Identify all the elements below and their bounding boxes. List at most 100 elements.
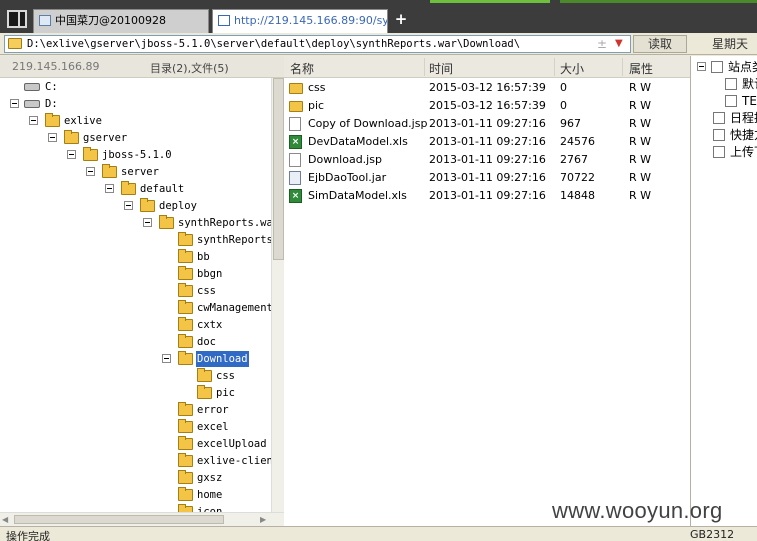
tree-horizontal-scrollbar[interactable]: ◀ ▶ (0, 512, 284, 526)
status-bar: 操作完成 GB2312 (0, 526, 757, 541)
path-text[interactable]: D:\exlive\gserver\jboss-5.1.0\server\def… (27, 37, 520, 52)
tree-item[interactable]: css (0, 368, 271, 384)
tree-item[interactable]: server (0, 164, 271, 180)
tree-item[interactable]: error (0, 402, 271, 418)
file-attributes: R W (629, 171, 652, 184)
tree-item-label: css (197, 285, 216, 297)
tab-chopper[interactable]: 中国菜刀@20100928 (33, 9, 209, 33)
tree-item[interactable]: default (0, 181, 271, 197)
tree-item[interactable]: deploy (0, 198, 271, 214)
tree-item[interactable]: exlive (0, 113, 271, 129)
collapse-icon[interactable] (29, 116, 38, 125)
window-icon[interactable] (7, 10, 27, 28)
column-divider[interactable] (554, 58, 555, 76)
tree-vertical-scrollbar[interactable] (271, 78, 284, 512)
file-attributes: R W (629, 81, 652, 94)
collapse-icon[interactable] (143, 218, 152, 227)
file-row[interactable]: Download.jsp 2013-01-11 09:27:16 2767 R W (284, 151, 690, 169)
tree-item[interactable]: synthReports (0, 232, 271, 248)
file-name: DevDataModel.xls (308, 135, 408, 148)
path-input[interactable]: D:\exlive\gserver\jboss-5.1.0\server\def… (4, 35, 631, 53)
tree-item[interactable]: css (0, 283, 271, 299)
scroll-right-icon[interactable]: ▶ (260, 515, 266, 524)
column-name[interactable]: 名称 (290, 60, 314, 77)
tree-item[interactable]: pic (0, 385, 271, 401)
file-row[interactable]: × SimDataModel.xls 2013-01-11 09:27:16 1484… (284, 187, 690, 205)
tree-item-label: exlive (64, 115, 102, 127)
tab-bar-accent (430, 0, 550, 3)
folder-icon (178, 300, 193, 314)
folder-icon (178, 266, 193, 280)
tree-item-label: gxsz (197, 472, 223, 484)
tree-item[interactable]: cxtx (0, 317, 271, 333)
tree-item[interactable]: gserver (0, 130, 271, 146)
drive-icon (24, 83, 40, 91)
tree-item-label: D: (45, 98, 58, 110)
file-time: 2013-01-11 09:27:16 (429, 153, 546, 166)
scrollbar-thumb[interactable] (14, 515, 224, 524)
tree-item[interactable]: jboss-5.1.0 (0, 147, 271, 163)
column-size[interactable]: 大小 (560, 60, 584, 77)
file-list[interactable]: css 2015-03-12 16:57:39 0 R W pic 2015-03-12 … (284, 78, 690, 526)
file-row[interactable]: × DevDataModel.xls 2013-01-11 09:27:16 2457… (284, 133, 690, 151)
address-bar: D:\exlive\gserver\jboss-5.1.0\server\def… (0, 33, 757, 55)
tree-item-label: exlive-client (197, 455, 271, 467)
read-button[interactable]: 读取 (633, 35, 687, 53)
tree-item[interactable]: excel (0, 419, 271, 435)
scrollbar-thumb[interactable] (273, 78, 284, 260)
file-attributes: R W (629, 153, 652, 166)
collapse-icon[interactable] (86, 167, 95, 176)
tree-item[interactable]: synthReports.war (0, 215, 271, 231)
collapse-icon[interactable] (124, 201, 133, 210)
tree-item[interactable]: doc (0, 334, 271, 350)
file-attributes: R W (629, 135, 652, 148)
scroll-left-icon[interactable]: ◀ (2, 515, 8, 524)
tree-item[interactable]: exlive-client (0, 453, 271, 469)
chevron-down-icon[interactable]: ▼ (615, 37, 623, 51)
tree-item[interactable]: D: (0, 96, 271, 112)
collapse-icon[interactable] (67, 150, 76, 159)
tab-remote-shell[interactable]: http://219.145.166.89:90/syn... (212, 9, 388, 33)
tree-item-label: bb (197, 251, 210, 263)
collapse-icon[interactable] (697, 62, 706, 71)
tree-item[interactable]: C: (0, 79, 271, 95)
collapse-icon[interactable] (162, 354, 171, 363)
column-attributes[interactable]: 属性 (629, 60, 653, 77)
file-row[interactable]: EjbDaoTool.jar 2013-01-11 09:27:16 70722 R … (284, 169, 690, 187)
collapse-icon[interactable] (48, 133, 57, 142)
item-icon (713, 112, 725, 124)
collapse-icon[interactable] (10, 99, 19, 108)
tree-item-label: jboss-5.1.0 (102, 149, 172, 161)
side-panel: 站点类别默认类别 TEST 日程提醒快捷方式上传下载 (690, 56, 757, 526)
tree-item-label: home (197, 489, 223, 501)
file-name: EjbDaoTool.jar (308, 171, 387, 184)
file-name: SimDataModel.xls (308, 189, 407, 202)
tree-item[interactable]: icon (0, 504, 271, 512)
file-size: 24576 (560, 135, 595, 148)
excel-file-icon: × (289, 189, 302, 203)
tree-item[interactable]: bbgn (0, 266, 271, 282)
file-list-header: 名称 时间 大小 属性 (284, 56, 690, 78)
tab-label: http://219.145.166.89:90/syn... (234, 14, 388, 27)
tree-item[interactable]: excelUpload (0, 436, 271, 452)
tree-item[interactable]: Download (0, 351, 271, 367)
tree-item[interactable]: bb (0, 249, 271, 265)
page-icon (218, 15, 230, 26)
file-row[interactable]: css 2015-03-12 16:57:39 0 R W (284, 79, 690, 97)
column-divider[interactable] (424, 58, 425, 76)
encoding-label[interactable]: GB2312 (690, 528, 734, 541)
file-row[interactable]: Copy of Download.jsp 2013-01-11 09:27:16 9… (284, 115, 690, 133)
tree-item[interactable]: home (0, 487, 271, 503)
column-divider[interactable] (622, 58, 623, 76)
column-time[interactable]: 时间 (429, 60, 453, 77)
directory-tree[interactable]: C: D: exlive gserver jboss-5.1.0 server defaul… (0, 78, 271, 512)
plus-icon[interactable]: ± (597, 37, 607, 51)
folder-icon (121, 181, 136, 195)
file-time: 2013-01-11 09:27:16 (429, 117, 546, 130)
tree-item[interactable]: cwManagement (0, 300, 271, 316)
tree-item[interactable]: gxsz (0, 470, 271, 486)
file-row[interactable]: pic 2015-03-12 16:57:39 0 R W (284, 97, 690, 115)
tree-item-label: icon (197, 506, 223, 512)
add-tab-icon[interactable]: + (394, 11, 408, 27)
collapse-icon[interactable] (105, 184, 114, 193)
